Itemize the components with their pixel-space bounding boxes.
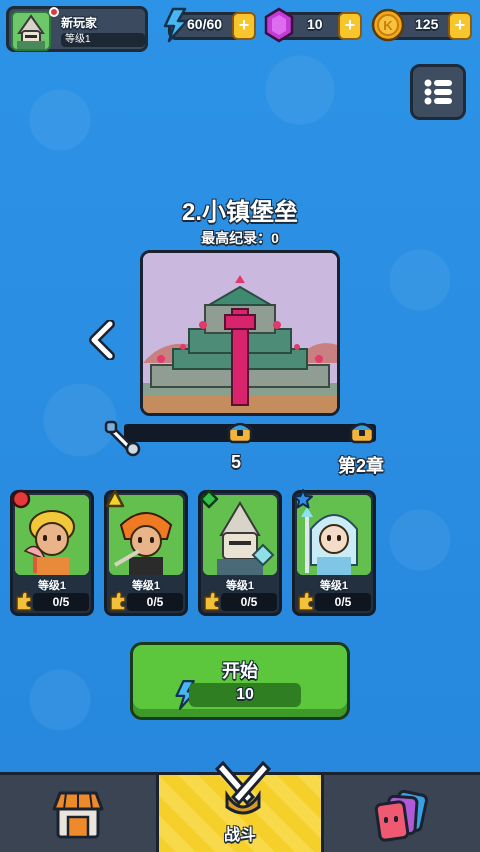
notification-dot [49, 7, 59, 17]
gem-icon [263, 7, 295, 48]
level-preview-card[interactable] [140, 250, 340, 416]
list-menu-icon [424, 79, 452, 105]
hero-shard-progress: 0/5 [33, 593, 89, 611]
nav-label-battle: 战斗 [223, 827, 256, 844]
nav-tab-battle[interactable]: 战斗 [156, 760, 324, 852]
start-energy-cost: 10 [189, 683, 301, 707]
gem-counter: 10 + [264, 7, 362, 43]
level-best-record: 最高纪录：0 [201, 230, 279, 246]
puzzle-piece-icon [297, 591, 315, 616]
crossed-swords-icon [214, 760, 272, 815]
player-level-label: 等级1 [65, 34, 91, 45]
puzzle-piece-icon [203, 591, 221, 616]
milestone-wave-label: 5 [231, 452, 242, 472]
energy-value: 60/60 [187, 16, 223, 32]
chevron-left-icon [89, 319, 115, 361]
hero-card[interactable]: 等级1 0/5 [292, 489, 376, 616]
bottom-navigation: 战斗 [0, 760, 480, 852]
nav-tab-shop[interactable] [0, 775, 156, 852]
coin-icon: K [371, 7, 405, 48]
hero-shard-progress: 0/5 [221, 593, 277, 611]
add-gems-button[interactable]: + [338, 12, 362, 40]
puzzle-piece-icon [109, 591, 127, 616]
milestone-chapter-label: 第2章 [338, 456, 385, 476]
hero-card[interactable]: 等级1 0/5 [104, 489, 188, 616]
fortress-illustration [143, 253, 337, 413]
add-energy-button[interactable]: + [232, 12, 256, 40]
player-profile[interactable]: 新玩家 等级1 [6, 6, 148, 52]
add-coins-button[interactable]: + [448, 12, 472, 40]
nav-tab-cards[interactable] [324, 775, 480, 852]
hero-rarity-gem-icon [11, 489, 31, 514]
menu-button[interactable] [410, 64, 466, 120]
shop-icon [52, 791, 104, 839]
hero-card[interactable]: 等级1 0/5 [10, 489, 94, 616]
hero-card[interactable]: 等级1 0/5 [198, 489, 282, 616]
level-title: 2.小镇堡垒 [181, 199, 298, 226]
hero-rarity-gem-icon [199, 489, 219, 514]
svg-text:K: K [383, 18, 393, 33]
energy-counter: 60/60 + [163, 7, 256, 43]
hero-shard-progress: 0/5 [315, 593, 371, 611]
hero-rarity-gem-icon [293, 489, 313, 514]
coin-value: 125 [415, 16, 439, 32]
cards-icon [374, 789, 429, 842]
gem-value: 10 [307, 16, 323, 32]
player-avatar [11, 11, 51, 51]
chapter-chest-icon[interactable] [348, 418, 376, 451]
previous-level-arrow[interactable] [88, 319, 118, 365]
player-level-bar: 等级1 [61, 33, 145, 47]
hero-rarity-gem-icon [105, 489, 125, 514]
start-battle-button[interactable]: 开始 10 [130, 642, 350, 720]
sword-icon [102, 418, 142, 463]
coin-counter: K 125 + [371, 8, 472, 42]
start-button-label: 开始 [222, 661, 258, 681]
reward-chest-icon[interactable] [226, 418, 254, 451]
player-name: 新玩家 [61, 16, 98, 30]
hero-shard-progress: 0/5 [127, 593, 183, 611]
puzzle-piece-icon [15, 591, 33, 616]
